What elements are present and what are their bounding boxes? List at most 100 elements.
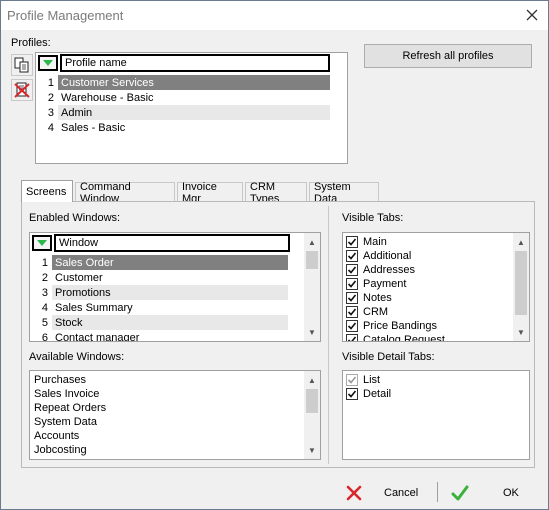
table-row[interactable]: 1 Customer Services [36,75,330,90]
visible-tabs-list[interactable]: Main Additional Addresses Payment Notes CRM Pr… [342,232,530,342]
window-name-cell: Promotions [52,285,288,300]
table-row[interactable]: 6 Contact manager [30,330,288,342]
window-column-header[interactable]: Window [54,234,290,252]
available-windows-list[interactable]: Purchases Sales Invoice Repeat Orders Syste… [29,370,321,460]
profile-management-window: Profile Management Profiles: Profile nam… [0,0,549,510]
checkmark-icon [347,390,357,398]
cancel-button[interactable]: Cancel [346,482,426,504]
list-item[interactable]: Accounts [34,429,79,443]
refresh-all-profiles-button[interactable]: Refresh all profiles [364,44,532,68]
checkbox-item[interactable]: Catalog Request [346,333,445,342]
profiles-filter-button[interactable] [38,55,58,71]
checkbox[interactable] [346,374,358,386]
checkmark-icon [347,376,357,384]
checkmark-icon [347,280,357,288]
scroll-down-icon[interactable]: ▼ [513,325,529,339]
tab-invoice-mgr[interactable]: Invoice Mgr [177,181,243,205]
row-number: 5 [41,316,48,329]
row-number: 6 [41,331,48,342]
checkbox-item[interactable]: List [346,373,380,387]
list-item[interactable]: Sales Invoice [34,387,99,401]
table-row[interactable]: 2 Warehouse - Basic [36,90,330,105]
table-row[interactable]: 3 Promotions [30,285,288,300]
checkbox-item[interactable]: Detail [346,387,391,401]
list-item[interactable]: Jobcosting [34,443,87,457]
profiles-grid[interactable]: Profile name 1 Customer Services 2 Warehous… [35,52,348,164]
copy-icon [14,57,29,73]
checkbox-label: Additional [363,250,412,262]
checkbox[interactable] [346,388,358,400]
checkbox-item[interactable]: CRM [346,305,388,319]
tab-crm-types[interactable]: CRM Types [245,181,307,205]
scroll-up-icon[interactable]: ▲ [513,235,529,249]
scroll-down-icon[interactable]: ▼ [304,325,320,339]
checkbox[interactable] [346,306,358,318]
delete-profile-button[interactable] [11,79,33,101]
table-row[interactable]: 4 Sales - Basic [36,120,330,135]
checkbox-label: Detail [363,388,392,400]
checkbox-item[interactable]: Addresses [346,263,415,277]
scroll-thumb[interactable] [306,389,318,413]
checkbox[interactable] [346,292,358,304]
profile-name-cell: Warehouse - Basic [61,91,154,104]
checkbox[interactable] [346,320,358,332]
checkmark-icon [347,252,357,260]
checkbox-item[interactable]: Main [346,235,387,249]
checkbox-label: Payment [363,278,407,290]
row-number: 2 [41,271,48,284]
row-number: 4 [47,121,54,134]
checkmark-icon [347,322,357,330]
dialog-footer: Cancel OK [1,478,548,509]
table-row[interactable]: 5 Stock [30,315,288,330]
table-row[interactable]: 4 Sales Summary [30,300,288,315]
table-row[interactable]: 3 Admin [36,105,330,120]
row-number: 2 [47,91,54,104]
list-item[interactable]: Purchases [34,373,86,387]
checkbox[interactable] [346,278,358,290]
checkbox-label: Catalog Request [363,334,445,342]
tab-system-data[interactable]: System Data [309,181,379,205]
scroll-thumb[interactable] [515,251,527,315]
window-name-cell: Contact manager [55,331,140,342]
profiles-label: Profiles: [11,37,51,49]
checkbox[interactable] [346,334,358,341]
checkbox-label: List [363,374,381,386]
list-item[interactable]: System Data [34,415,97,429]
checkbox-item[interactable]: Additional [346,249,411,263]
enabled-windows-grid[interactable]: Window 1 Sales Order 2 Customer 3 Promotions 4… [29,232,321,342]
table-row[interactable]: 1 Sales Order [30,255,288,270]
checkbox[interactable] [346,236,358,248]
checkbox-item[interactable]: Price Bandings [346,319,437,333]
checkbox[interactable] [346,250,358,262]
scroll-down-icon[interactable]: ▼ [304,443,320,457]
visible-tabs-scrollbar[interactable]: ▲ ▼ [513,233,529,341]
scroll-thumb[interactable] [306,251,318,269]
filter-arrow-icon [43,60,53,66]
visible-detail-tabs-list[interactable]: List Detail [342,370,530,460]
tab-screens[interactable]: Screens [21,180,73,202]
checkbox-item[interactable]: Payment [346,277,406,291]
scroll-up-icon[interactable]: ▲ [304,235,320,249]
profile-name-column-header[interactable]: Profile name [60,54,330,72]
ok-label: OK [503,487,519,499]
ok-button[interactable]: OK [451,482,531,504]
scroll-up-icon[interactable]: ▲ [304,373,320,387]
copy-profile-button[interactable] [11,54,33,76]
close-button[interactable] [522,5,542,25]
tab-command-window[interactable]: Command Window [75,181,175,205]
row-number: 1 [47,76,54,89]
enabled-windows-filter-button[interactable] [32,235,52,251]
checkbox-label: Main [363,236,387,248]
checkbox[interactable] [346,264,358,276]
window-name-cell: Sales Summary [55,301,133,314]
checkbox-label: CRM [363,306,389,318]
list-item[interactable]: Repeat Orders [34,401,106,415]
checkbox-label: Price Bandings [363,320,437,332]
available-windows-label: Available Windows: [29,351,125,363]
checkbox-item[interactable]: Notes [346,291,392,305]
table-row[interactable]: 2 Customer [30,270,288,285]
available-windows-scrollbar[interactable]: ▲ ▼ [304,371,320,459]
window-title: Profile Management [7,8,124,23]
enabled-windows-scrollbar[interactable]: ▲ ▼ [304,233,320,341]
window-name-cell: Customer [55,271,103,284]
